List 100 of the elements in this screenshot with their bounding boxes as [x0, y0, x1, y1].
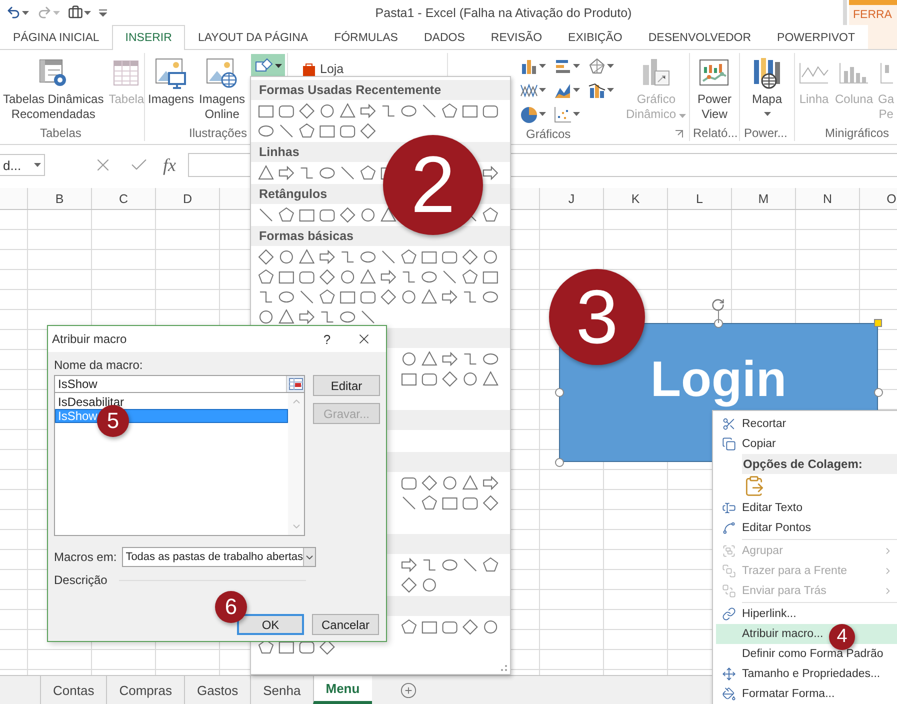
group-label: Gráficos: [526, 126, 571, 140]
ribbon-tab[interactable]: FÓRMULAS: [321, 25, 411, 50]
shapes-icon: [254, 58, 273, 74]
text-box-icon: [722, 501, 736, 515]
caret-icon: [573, 112, 580, 116]
help-button[interactable]: ?: [312, 330, 342, 348]
scissors-icon: [722, 417, 736, 431]
ribbon-tab[interactable]: INSERIR: [112, 25, 185, 50]
resize-handle[interactable]: [555, 458, 564, 467]
ribbon-button[interactable]: Imagens: [147, 54, 196, 107]
sheet-tab[interactable]: Menu: [312, 676, 372, 704]
caret-icon: [573, 88, 580, 92]
menu-item[interactable]: Hiperlink...: [716, 604, 897, 624]
radar-chart-icon: [588, 58, 606, 74]
insert-function-button[interactable]: fx: [157, 154, 186, 176]
group-label: Power...: [744, 126, 788, 140]
map-globe-icon: [751, 57, 783, 89]
menu-item[interactable]: Editar Pontos: [716, 518, 897, 538]
pivot-table-icon: [38, 58, 68, 88]
paste-icon[interactable]: [743, 475, 765, 497]
rotate-handle-icon[interactable]: [711, 298, 725, 312]
sheet-tab[interactable]: Contas: [40, 676, 106, 704]
ribbon-tab[interactable]: REVISÃO: [478, 25, 556, 50]
power-view-icon: [699, 58, 730, 88]
column-header[interactable]: J: [540, 188, 604, 209]
menu-item[interactable]: Formatar Forma...: [716, 684, 897, 704]
dialog-button[interactable]: Editar: [313, 375, 380, 396]
macros-in-select[interactable]: Todas as pastas de trabalho abertas: [122, 547, 316, 567]
caret-icon: [539, 64, 546, 68]
store-button[interactable]: Loja: [290, 54, 344, 76]
combo-chart-icon: [588, 82, 606, 98]
macro-name-field[interactable]: IsShow: [54, 375, 305, 393]
bar-chart-icon: [554, 58, 572, 74]
ribbon-tab[interactable]: LAYOUT DA PÁGINA: [184, 25, 322, 50]
send-to-back-icon: [722, 584, 736, 598]
adjust-handle[interactable]: [874, 319, 882, 327]
ribbon-button[interactable]: Power View: [696, 54, 732, 122]
column-header[interactable]: O: [860, 188, 897, 209]
column-header[interactable]: N: [796, 188, 860, 209]
caret-icon: [539, 88, 546, 92]
group-label: Relató...: [693, 126, 738, 140]
caret-icon: [84, 10, 91, 14]
column-header[interactable]: L: [668, 188, 732, 209]
paint-bucket-icon: [722, 687, 736, 701]
undo-icon: [6, 5, 21, 20]
scrollbar[interactable]: [288, 393, 304, 535]
dialog-button[interactable]: OK: [237, 614, 304, 635]
touch-mode-button[interactable]: [66, 5, 93, 20]
group-label: Ilustrações: [189, 126, 248, 140]
caret-icon: [274, 64, 282, 68]
scatter-chart-icon: [554, 106, 572, 122]
menu-item[interactable]: Editar Texto: [716, 498, 897, 518]
ribbon-tab[interactable]: PÁGINA INICIAL: [0, 25, 112, 50]
ribbon-button[interactable]: Tabelas Dinâmicas Recomendadas: [2, 54, 105, 122]
sheet-tab[interactable]: Gastos: [184, 676, 250, 704]
section-title: Formas básicas: [259, 229, 354, 243]
customize-button[interactable]: [97, 8, 109, 16]
ribbon-tab[interactable]: EXIBIÇÃO: [555, 25, 636, 50]
name-box[interactable]: d...: [0, 154, 45, 176]
group-label: Minigráficos: [825, 126, 890, 140]
sheet-tab[interactable]: Compras: [106, 676, 184, 704]
redo-icon: [37, 5, 52, 20]
shapes-button[interactable]: [251, 54, 285, 78]
column-header[interactable]: K: [604, 188, 668, 209]
section-title: Retângulos: [259, 187, 328, 201]
window-title: Pasta1 - Excel (Falha na Ativação do Produto): [374, 6, 633, 20]
range-select-icon: [288, 378, 302, 390]
column-header[interactable]: B: [28, 188, 92, 209]
size-icon: [722, 667, 736, 681]
ribbon-button[interactable]: Mapa: [750, 54, 784, 117]
resize-handle[interactable]: [714, 319, 723, 328]
group-icon: [722, 544, 736, 558]
select-value: Todas as pastas de trabalho abertas: [126, 551, 304, 563]
bring-to-front-icon: [722, 564, 736, 578]
contextual-tab-background: [868, 25, 897, 49]
ribbon-tab[interactable]: POWERPIVOT: [764, 25, 868, 50]
link-icon: [722, 607, 736, 621]
column-header[interactable]: M: [732, 188, 796, 209]
ribbon-button[interactable]: Imagens Online: [198, 54, 246, 122]
field-value: IsShow: [58, 377, 98, 391]
section-title: Linhas: [259, 145, 300, 159]
customize-icon: [99, 8, 107, 16]
store-bag-icon: [302, 62, 316, 76]
dialog-button[interactable]: Cancelar: [312, 614, 379, 635]
ribbon-tab[interactable]: DESENVOLVEDOR: [635, 25, 764, 50]
range-select-button[interactable]: [286, 376, 304, 392]
resize-handle[interactable]: [555, 388, 564, 397]
pie-chart-icon: [520, 106, 538, 122]
caret-icon: [607, 64, 614, 68]
name-box-value: d...: [3, 158, 22, 172]
menu-section-header: Opções de Colagem:: [742, 454, 897, 474]
resize-handle[interactable]: [874, 388, 883, 397]
column-header[interactable]: D: [156, 188, 220, 209]
caret-icon: [53, 10, 60, 14]
plus-icon: [400, 682, 417, 698]
step-marker: 3: [549, 269, 645, 365]
menu-item[interactable]: Tamanho e Propriedades...: [716, 664, 897, 684]
column-header[interactable]: C: [92, 188, 156, 209]
caret-icon: [539, 112, 546, 116]
ribbon-tab[interactable]: DADOS: [410, 25, 478, 50]
